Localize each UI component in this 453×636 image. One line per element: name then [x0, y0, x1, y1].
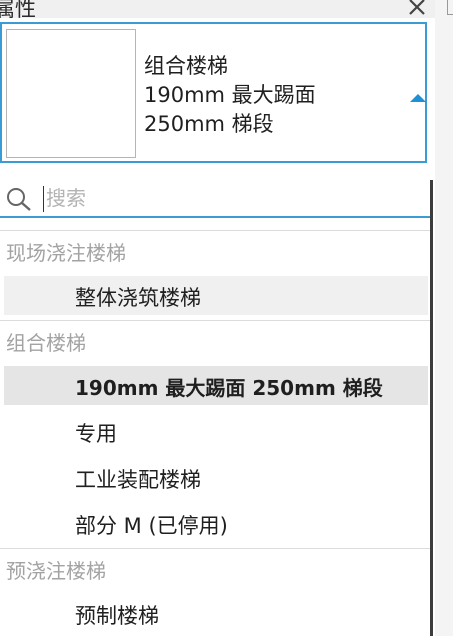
window-frame-fragment [447, 0, 453, 15]
type-line-2: 190mm 最大踢面 [144, 83, 316, 107]
list-item[interactable]: 整体浇筑楼梯 [4, 276, 428, 315]
text-cursor [43, 186, 44, 212]
group-header: 现场浇注楼梯 [0, 230, 430, 270]
type-line-3: 250mm 梯段 [144, 112, 274, 136]
adjacent-view-edge [435, 0, 453, 636]
group-header: 组合楼梯 [0, 320, 430, 360]
search-row [0, 180, 430, 218]
search-input[interactable] [46, 184, 416, 212]
type-preview-thumbnail [6, 29, 136, 158]
list-item[interactable]: 工业装配楼梯 [4, 458, 428, 497]
dropdown-caret-icon[interactable] [410, 94, 426, 102]
close-icon[interactable] [406, 0, 428, 18]
type-dropdown-list: 现场浇注楼梯 整体浇筑楼梯 组合楼梯 190mm 最大踢面 250mm 梯段 专… [0, 180, 433, 636]
panel-title: 属性 [0, 0, 36, 18]
type-selector[interactable]: 组合楼梯 190mm 最大踢面 250mm 梯段 [0, 22, 427, 163]
type-name: 组合楼梯 190mm 最大踢面 250mm 梯段 [144, 52, 316, 139]
list-item[interactable]: 部分 M (已停用) [4, 504, 428, 543]
list-item[interactable]: 专用 [4, 412, 428, 451]
properties-title-bar: 属性 [0, 0, 435, 18]
list-item-selected[interactable]: 190mm 最大踢面 250mm 梯段 [4, 366, 428, 405]
group-header: 预浇注楼梯 [0, 548, 430, 588]
search-icon [7, 188, 31, 211]
type-family: 组合楼梯 [144, 54, 228, 78]
list-item[interactable]: 预制楼梯 [4, 594, 428, 633]
